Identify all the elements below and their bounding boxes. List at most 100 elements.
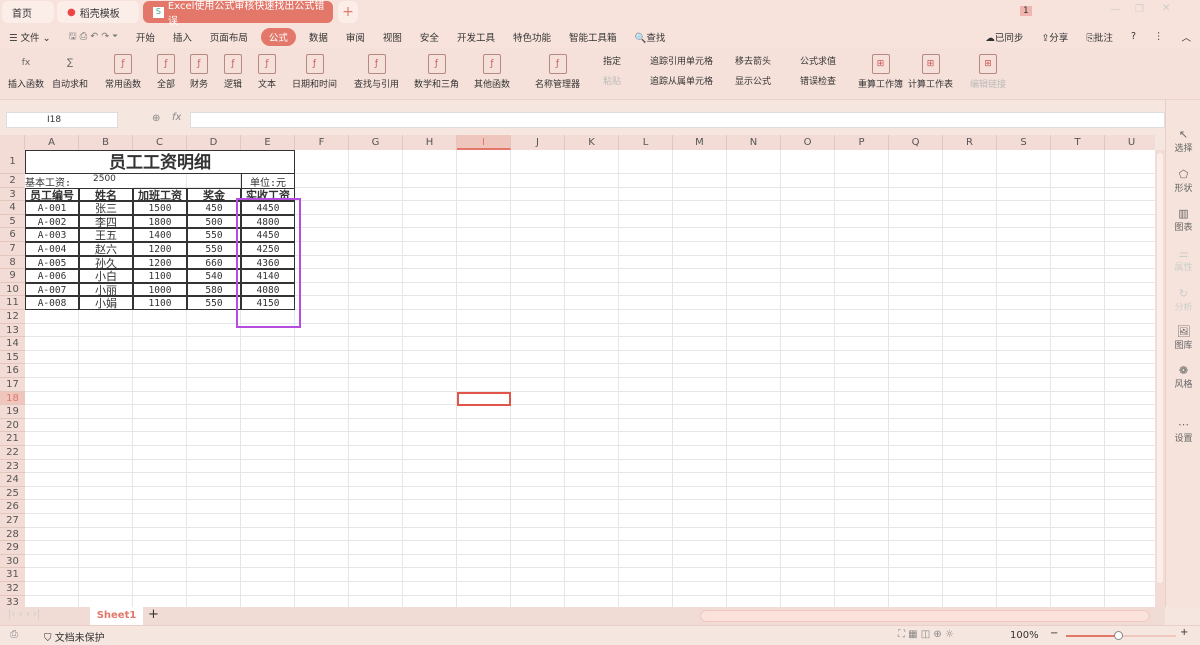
table-cell[interactable]: 赵六 <box>79 242 133 256</box>
menu-review[interactable]: 审阅 <box>346 30 365 44</box>
new-tab-button[interactable]: + <box>338 1 358 23</box>
ribbon-small-4[interactable]: 移去箭头 <box>735 54 771 67</box>
table-cell[interactable]: 660 <box>187 255 241 270</box>
column-header-B[interactable]: B <box>79 135 133 150</box>
menu-formula[interactable]: 公式 <box>260 27 296 46</box>
row-header-3[interactable]: 3 <box>0 187 25 202</box>
sheet-tab-sheet1[interactable]: Sheet1 <box>90 607 143 625</box>
protect-status[interactable]: ⛉ 文档未保护 <box>44 629 105 644</box>
table-cell[interactable]: A-007 <box>25 282 79 297</box>
menu-developer[interactable]: 开发工具 <box>457 30 495 44</box>
row-header-24[interactable]: 24 <box>0 473 25 487</box>
table-cell[interactable]: 1500 <box>133 201 187 215</box>
view-mode-icons[interactable]: ⛶ ▦ ◫ ⊕ ☼ <box>898 629 954 640</box>
row-header-7[interactable]: 7 <box>0 242 25 256</box>
base-salary-value[interactable]: 2500 <box>79 174 133 188</box>
column-header-D[interactable]: D <box>187 135 241 150</box>
column-header-F[interactable]: F <box>295 135 349 150</box>
menu-data[interactable]: 数据 <box>309 30 328 44</box>
ribbon-small-3[interactable]: 追踪从属单元格 <box>650 74 713 87</box>
row-header-13[interactable]: 13 <box>0 323 25 338</box>
more-icon[interactable]: ⋮ <box>1154 31 1164 42</box>
row-header-19[interactable]: 19 <box>0 405 25 419</box>
sidebar-item-4[interactable]: ↻ 分析 <box>1166 287 1200 313</box>
table-cell[interactable]: 580 <box>187 282 241 297</box>
ribbon-9[interactable]: ƒ 数学和三角 <box>414 54 459 90</box>
table-cell[interactable]: 小娟 <box>79 296 133 310</box>
column-header-E[interactable]: E <box>241 135 295 150</box>
sidebar-item-5[interactable]: 🖼 图库 <box>1166 325 1200 351</box>
column-header-P[interactable]: P <box>835 135 889 150</box>
table-cell[interactable]: 李四 <box>79 214 133 229</box>
column-header-S[interactable]: S <box>997 135 1051 150</box>
quick-access-icons[interactable]: 🖫 ⎙ ↶ ↷ ⏷ <box>69 29 118 45</box>
table-cell[interactable]: 1100 <box>133 296 187 310</box>
row-header-4[interactable]: 4 <box>0 201 25 215</box>
table-cell[interactable]: A-004 <box>25 242 79 256</box>
selected-cell-i18[interactable] <box>457 391 511 406</box>
table-cell[interactable]: 小白 <box>79 269 133 283</box>
corner[interactable] <box>0 135 25 150</box>
table-cell[interactable]: 540 <box>187 269 241 283</box>
column-header-T[interactable]: T <box>1051 135 1105 150</box>
column-header-L[interactable]: L <box>619 135 673 150</box>
collapse-icon[interactable]: ︿ <box>1181 30 1191 44</box>
ribbon-small-6[interactable]: 公式求值 <box>800 54 836 67</box>
row-header-28[interactable]: 28 <box>0 527 25 542</box>
ribbon-small-1[interactable]: 粘贴 <box>603 74 621 87</box>
zoom-icon[interactable]: ⊕ <box>152 113 160 124</box>
table-cell[interactable]: 孙久 <box>79 255 133 270</box>
restore-icon[interactable]: ❐ <box>1135 4 1144 15</box>
menu-layout[interactable]: 页面布局 <box>210 30 248 44</box>
column-header-G[interactable]: G <box>349 135 403 150</box>
table-cell[interactable]: A-001 <box>25 201 79 215</box>
row-header-9[interactable]: 9 <box>0 269 25 283</box>
ribbon-calc-2[interactable]: ⊞ 编辑链接 <box>970 54 1006 90</box>
table-cell[interactable]: A-003 <box>25 228 79 242</box>
ribbon-6[interactable]: ƒ 文本 <box>258 54 276 90</box>
ribbon-4[interactable]: ƒ 财务 <box>190 54 208 90</box>
menu-features[interactable]: 特色功能 <box>513 30 551 44</box>
table-cell[interactable]: 550 <box>187 228 241 242</box>
column-header-A[interactable]: A <box>25 135 79 150</box>
sync-button[interactable]: ☁已同步 <box>985 30 1023 44</box>
tab-docer[interactable]: ● 稻壳模板 <box>57 1 139 23</box>
ribbon-calc-1[interactable]: ⊞ 计算工作表 <box>908 54 953 90</box>
menu-start[interactable]: 开始 <box>136 30 155 44</box>
tab-home[interactable]: 首页 <box>2 1 54 23</box>
table-cell[interactable]: 1400 <box>133 228 187 242</box>
notification-badge[interactable]: 1 <box>1020 6 1032 16</box>
spreadsheet-grid[interactable]: A B C D E F G H I J K L M N O P Q R S T U 1 2 3 4 5 6 7 8 9 10 11 12 13 14… <box>0 135 1155 607</box>
row-header-31[interactable]: 31 <box>0 568 25 582</box>
row-header-18[interactable]: 18 <box>0 391 25 406</box>
minimize-icon[interactable]: — <box>1110 4 1120 15</box>
row-header-23[interactable]: 23 <box>0 459 25 474</box>
row-header-16[interactable]: 16 <box>0 364 25 378</box>
ribbon-5[interactable]: ƒ 逻辑 <box>224 54 242 90</box>
column-header-I[interactable]: I <box>457 135 511 150</box>
ribbon-7[interactable]: ƒ 日期和时间 <box>292 54 337 90</box>
row-header-6[interactable]: 6 <box>0 228 25 242</box>
table-cell[interactable]: 550 <box>187 296 241 310</box>
column-header-K[interactable]: K <box>565 135 619 150</box>
file-menu[interactable]: ☰ 文件 ⌄ <box>9 30 51 44</box>
table-cell[interactable]: 张三 <box>79 201 133 215</box>
row-header-33[interactable]: 33 <box>0 595 25 607</box>
row-header-29[interactable]: 29 <box>0 541 25 555</box>
table-cell[interactable]: 1800 <box>133 214 187 229</box>
ribbon-10[interactable]: ƒ 其他函数 <box>474 54 510 90</box>
name-box[interactable]: I18 <box>6 112 118 128</box>
comment-button[interactable]: ⎘批注 <box>1086 30 1113 44</box>
row-header-1[interactable]: 1 <box>0 150 25 174</box>
ribbon-8[interactable]: ƒ 查找与引用 <box>354 54 399 90</box>
row-header-8[interactable]: 8 <box>0 255 25 270</box>
table-cell[interactable]: 1200 <box>133 255 187 270</box>
table-cell[interactable]: A-008 <box>25 296 79 310</box>
ribbon-1[interactable]: ∑ 自动求和 <box>52 54 88 90</box>
row-header-17[interactable]: 17 <box>0 378 25 392</box>
row-header-30[interactable]: 30 <box>0 554 25 569</box>
row-header-21[interactable]: 21 <box>0 432 25 446</box>
zoom-level[interactable]: 100% <box>1010 630 1039 641</box>
column-header-U[interactable]: U <box>1105 135 1155 150</box>
column-header-J[interactable]: J <box>511 135 565 150</box>
